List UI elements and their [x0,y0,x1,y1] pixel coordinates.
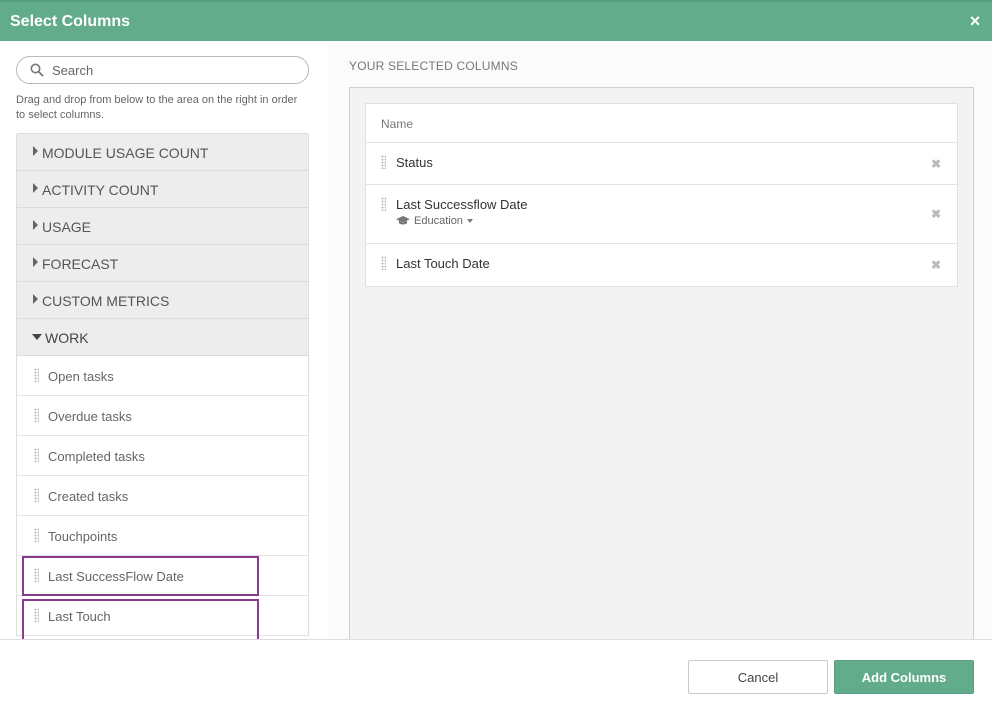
group-forecast[interactable]: FORECAST [17,244,308,282]
caret-right-icon [33,257,38,267]
caret-right-icon [33,146,38,156]
select-columns-modal: Select Columns × Drag and drop from belo… [0,0,992,712]
modal-header: Select Columns × [0,0,992,41]
selected-column-label: Last Touch Date [396,256,490,271]
group-label: FORECAST [42,256,119,272]
chevron-down-icon [466,219,473,224]
selected-row-status[interactable]: Status ✖ [366,143,957,185]
search-icon [30,63,44,77]
selected-column-label: Status [396,155,433,170]
close-icon[interactable]: × [966,12,984,30]
column-item-overdue-tasks[interactable]: Overdue tasks [17,396,308,436]
available-columns-panel: Drag and drop from below to the area on … [0,41,328,639]
object-selector[interactable]: Education [396,215,473,227]
column-item-label: Touchpoints [48,529,118,544]
graduation-cap-icon [396,216,410,225]
caret-right-icon [33,294,38,304]
search-box[interactable] [16,56,309,84]
drag-handle-icon[interactable] [381,155,386,169]
search-input[interactable] [52,61,292,79]
modal-title: Select Columns [10,13,131,30]
group-work[interactable]: WORK [17,318,308,356]
caret-right-icon [33,183,38,193]
column-item-last-touch[interactable]: Last Touch [17,596,308,636]
selected-row-last-successflow-date[interactable]: Last Successflow Date Education ✖ [366,185,957,244]
group-custom-metrics[interactable]: CUSTOM METRICS [17,281,308,319]
group-module-usage-count[interactable]: MODULE USAGE COUNT [17,133,308,171]
column-item-touchpoints[interactable]: Touchpoints [17,516,308,556]
drag-handle-icon[interactable] [34,408,39,422]
drag-handle-icon[interactable] [34,448,39,462]
column-item-label: Last Touch [48,609,111,624]
column-item-last-successflow-date[interactable]: Last SuccessFlow Date [17,556,308,596]
name-column-header: Name [381,117,414,131]
remove-icon[interactable]: ✖ [931,258,941,272]
drag-handle-icon[interactable] [381,197,386,211]
add-columns-button[interactable]: Add Columns [834,660,974,694]
column-item-label: Created tasks [48,489,129,504]
group-activity-count[interactable]: ACTIVITY COUNT [17,170,308,208]
group-label: ACTIVITY COUNT [42,182,159,198]
drag-handle-icon[interactable] [34,568,39,582]
column-item-completed-tasks[interactable]: Completed tasks [17,436,308,476]
column-item-label: Last SuccessFlow Date [48,569,184,584]
modal-footer: Cancel Add Columns [0,639,992,712]
drop-zone[interactable]: Name Status ✖ Last Successflow Date Educ… [349,87,974,647]
column-item-created-tasks[interactable]: Created tasks [17,476,308,516]
column-item-label: Overdue tasks [48,409,132,424]
group-label: CUSTOM METRICS [42,293,170,309]
table-header: Name [366,104,957,143]
column-category-list: MODULE USAGE COUNT ACTIVITY COUNT USAGE … [16,133,309,636]
group-usage[interactable]: USAGE [17,207,308,245]
selected-columns-panel: YOUR SELECTED COLUMNS Name Status ✖ Last… [328,41,992,647]
drag-handle-icon[interactable] [381,256,386,270]
selected-row-last-touch-date[interactable]: Last Touch Date ✖ [366,244,957,286]
column-item-label: Open tasks [48,369,114,384]
caret-down-icon [32,334,42,340]
object-selector-label: Education [414,215,463,227]
drag-handle-icon[interactable] [34,368,39,382]
selected-column-label: Last Successflow Date [396,197,528,212]
cancel-button[interactable]: Cancel [688,660,828,694]
selected-columns-title: YOUR SELECTED COLUMNS [349,59,518,73]
column-item-label: Completed tasks [48,449,145,464]
selected-columns-table: Name Status ✖ Last Successflow Date Educ… [365,103,958,287]
remove-icon[interactable]: ✖ [931,207,941,221]
column-item-open-tasks[interactable]: Open tasks [17,356,308,396]
group-label: USAGE [42,219,92,235]
caret-right-icon [33,220,38,230]
remove-icon[interactable]: ✖ [931,157,941,171]
help-text: Drag and drop from below to the area on … [16,94,298,121]
drag-handle-icon[interactable] [34,528,39,542]
group-label: MODULE USAGE COUNT [42,145,209,161]
drag-handle-icon[interactable] [34,608,39,622]
group-label: WORK [45,330,89,346]
drag-handle-icon[interactable] [34,488,39,502]
